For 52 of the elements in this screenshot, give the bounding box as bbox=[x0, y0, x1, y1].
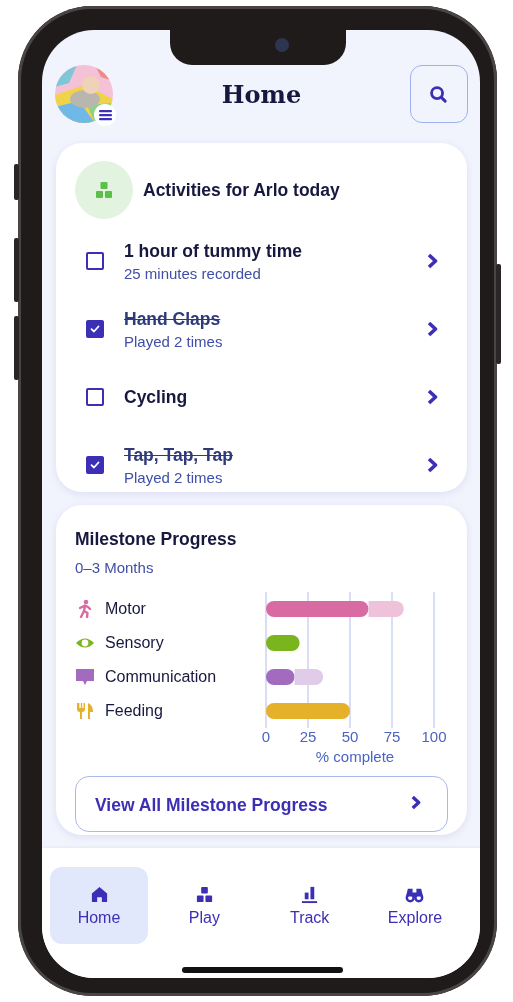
tick-label: 100 bbox=[421, 728, 446, 745]
nav-tab[interactable]: Play bbox=[155, 867, 254, 944]
checkbox[interactable] bbox=[86, 252, 104, 270]
nav-tab[interactable]: Track bbox=[260, 867, 359, 944]
tick-label: 75 bbox=[383, 728, 401, 745]
activity-detail: Played 2 times bbox=[124, 332, 224, 350]
category-label: Sensory bbox=[105, 634, 164, 652]
tick-label: 25 bbox=[299, 728, 317, 745]
fork-knife-icon bbox=[75, 701, 95, 721]
checkbox[interactable] bbox=[86, 388, 104, 406]
home-icon bbox=[89, 884, 109, 904]
category-label: Motor bbox=[105, 600, 146, 618]
checkbox[interactable] bbox=[86, 456, 104, 474]
category-label: Feeding bbox=[105, 702, 163, 720]
tick-label: 0 bbox=[261, 728, 271, 745]
search-button[interactable] bbox=[410, 65, 468, 123]
screen-title: Home bbox=[221, 79, 302, 109]
category-label: Communication bbox=[105, 668, 217, 686]
menu-icon[interactable] bbox=[94, 104, 116, 126]
chevron-right-icon bbox=[426, 321, 438, 337]
checkbox[interactable] bbox=[86, 320, 104, 338]
chevron-right-icon bbox=[410, 795, 421, 810]
activity-detail: 25 minutes recorded bbox=[124, 264, 262, 282]
search-icon bbox=[429, 84, 449, 104]
progress-bar bbox=[266, 669, 295, 685]
axis-title: % complete bbox=[315, 748, 395, 765]
blocks-icon bbox=[194, 884, 214, 904]
activity-title: Tap, Tap, Tap bbox=[124, 444, 234, 466]
activity-item[interactable]: Hand Claps Played 2 times bbox=[75, 295, 448, 363]
progress-bar bbox=[294, 669, 324, 685]
activity-item[interactable]: 1 hour of tummy time 25 minutes recorded bbox=[75, 227, 448, 295]
activity-title: Hand Claps bbox=[124, 308, 222, 330]
age-range: 0–3 Months bbox=[75, 559, 155, 576]
chevron-right-icon bbox=[426, 253, 438, 269]
activity-item[interactable]: Cycling bbox=[75, 363, 448, 431]
activity-title: 1 hour of tummy time bbox=[124, 240, 303, 262]
speech-bubble-icon bbox=[75, 667, 95, 687]
progress-bar bbox=[266, 635, 300, 651]
chevron-right-icon bbox=[426, 389, 438, 405]
activity-title: Cycling bbox=[124, 386, 189, 408]
check-icon bbox=[89, 323, 101, 335]
check-icon bbox=[89, 459, 101, 471]
activity-detail: Played 2 times bbox=[124, 468, 224, 486]
bar-chart-icon bbox=[300, 884, 320, 904]
nav-tab[interactable]: Home bbox=[50, 867, 148, 944]
activity-item[interactable]: Tap, Tap, Tap Played 2 times bbox=[75, 431, 448, 499]
card-title: Milestone Progress bbox=[75, 529, 238, 550]
nav-tab[interactable]: Explore bbox=[366, 867, 464, 944]
card-title: Activities for Arlo today bbox=[143, 179, 340, 201]
chevron-right-icon bbox=[426, 457, 438, 473]
tick-label: 50 bbox=[341, 728, 359, 745]
view-all-button[interactable]: View All Milestone Progress bbox=[75, 776, 448, 832]
